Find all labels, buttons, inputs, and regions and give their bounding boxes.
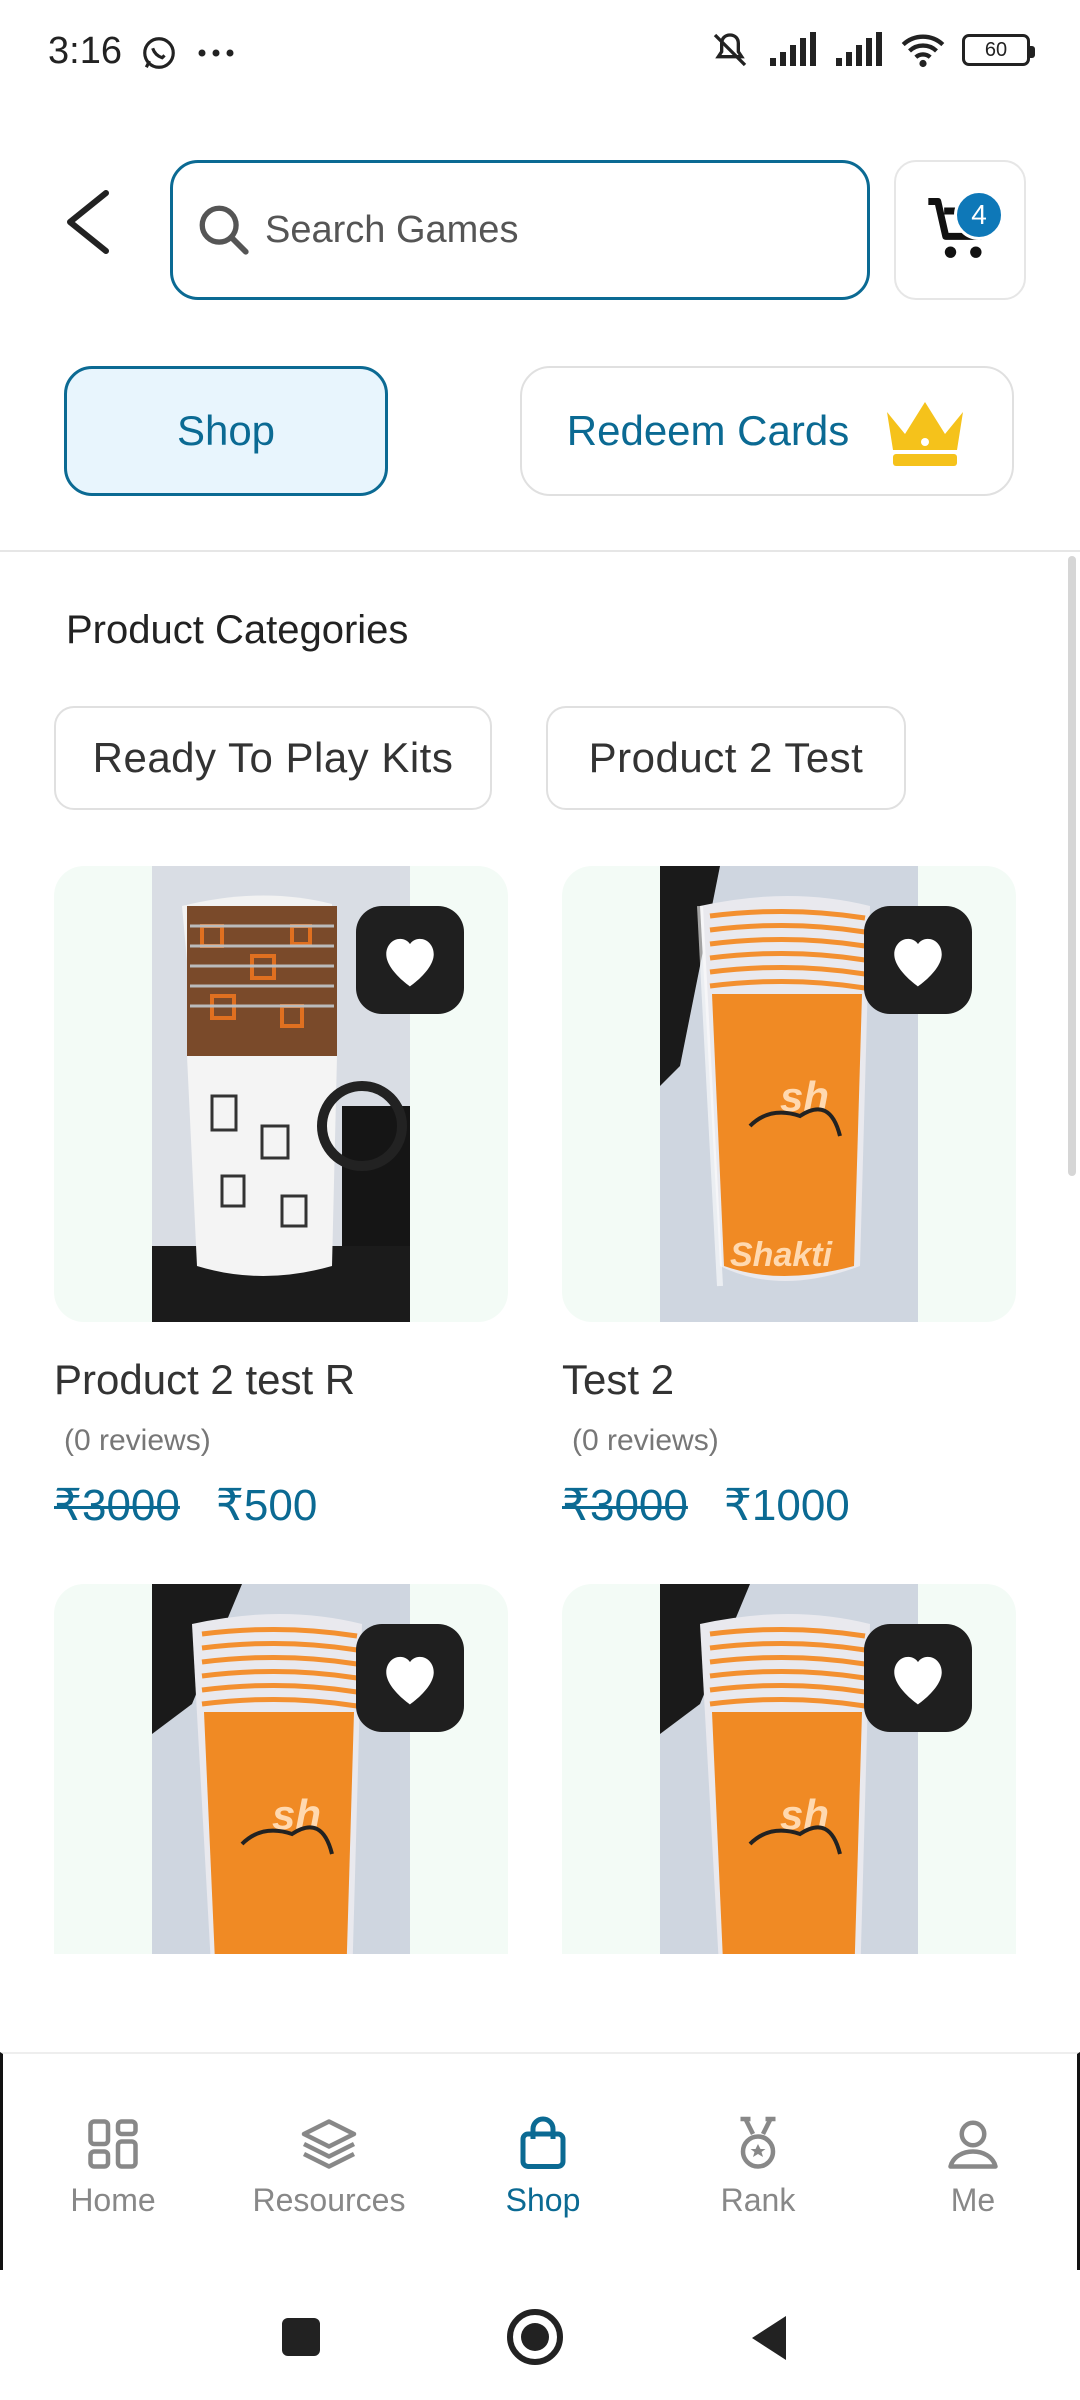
product-reviews: (0 reviews) xyxy=(64,1424,211,1457)
nav-label-shop: Shop xyxy=(505,2182,581,2218)
favorite-button[interactable] xyxy=(356,1624,464,1732)
heart-icon xyxy=(386,1656,434,1705)
layers-icon xyxy=(301,2119,357,2169)
signal-icon-2 xyxy=(836,32,882,66)
product-price: ₹500 xyxy=(215,1481,318,1530)
heart-icon xyxy=(386,938,434,987)
search-input[interactable]: Search Games xyxy=(170,160,870,300)
product-image-container: sh xyxy=(562,1584,1016,1954)
product-name: Product 2 test R xyxy=(54,1356,356,1403)
status-left-icons xyxy=(140,34,236,72)
tab-redeem-cards[interactable]: Redeem Cards xyxy=(520,366,1014,496)
tab-shop[interactable]: Shop xyxy=(64,366,388,496)
product-old-price: ₹3000 xyxy=(562,1481,688,1530)
recents-button-icon[interactable] xyxy=(280,2316,322,2358)
header-divider xyxy=(0,550,1080,552)
signal-icon xyxy=(770,32,816,66)
product-price: ₹1000 xyxy=(723,1481,850,1530)
nav-item-shop[interactable]: Shop xyxy=(443,2114,643,2219)
section-title-categories: Product Categories xyxy=(66,608,409,652)
cart-count-badge: 4 xyxy=(954,190,1004,240)
product-card[interactable]: sh Shakti Test 2 (0 reviews) ₹3000 ₹1000 xyxy=(562,866,1016,1531)
product-card[interactable]: sh xyxy=(562,1584,1016,1954)
nav-label-resources: Resources xyxy=(252,2182,406,2218)
status-bar: 3:16 60 xyxy=(0,0,1080,110)
product-image-container xyxy=(54,866,508,1322)
category-chip-ready-to-play-kits[interactable]: Ready To Play Kits xyxy=(54,706,492,810)
nav-label-home: Home xyxy=(70,2182,156,2218)
more-dots-icon xyxy=(198,49,234,57)
favorite-button[interactable] xyxy=(356,906,464,1014)
favorite-button[interactable] xyxy=(864,906,972,1014)
svg-text:Shakti: Shakti xyxy=(730,1236,834,1274)
back-triangle-icon[interactable] xyxy=(748,2314,788,2362)
heart-icon xyxy=(894,938,942,987)
search-placeholder: Search Games xyxy=(265,208,519,251)
tab-redeem-label: Redeem Cards xyxy=(566,407,850,454)
product-name: Test 2 xyxy=(562,1356,675,1403)
search-icon xyxy=(199,205,249,255)
grid-icon xyxy=(88,2119,138,2169)
favorite-button[interactable] xyxy=(864,1624,972,1732)
product-card[interactable]: Product 2 test R (0 reviews) ₹3000 ₹500 xyxy=(54,866,508,1531)
cart-button[interactable]: 4 xyxy=(894,160,1026,300)
battery-indicator: 60 xyxy=(962,34,1035,66)
nav-item-resources[interactable]: Resources xyxy=(229,2114,429,2219)
whatsapp-icon xyxy=(143,37,175,69)
category-chip-product-2-test[interactable]: Product 2 Test xyxy=(546,706,906,810)
product-image-container: sh Shakti xyxy=(562,866,1016,1322)
scrollbar[interactable] xyxy=(1068,556,1076,1176)
nav-label-rank: Rank xyxy=(720,2182,796,2218)
chevron-left-icon xyxy=(67,190,109,254)
nav-item-home[interactable]: Home xyxy=(13,2114,213,2219)
product-image-container: sh xyxy=(54,1584,508,1954)
wifi-icon xyxy=(901,34,945,68)
bottom-nav: Home Resources Shop Rank Me xyxy=(0,2052,1080,2270)
nav-item-rank[interactable]: Rank xyxy=(658,2114,858,2219)
home-button-icon[interactable] xyxy=(506,2308,564,2366)
user-icon xyxy=(948,2120,998,2169)
back-button[interactable] xyxy=(52,182,122,262)
status-time: 3:16 xyxy=(48,30,122,72)
product-prices: ₹3000 ₹500 xyxy=(54,1480,508,1531)
product-card[interactable]: sh xyxy=(54,1584,508,1954)
nav-item-me[interactable]: Me xyxy=(873,2114,1073,2219)
shopping-bag-icon xyxy=(520,2116,566,2169)
status-right-icons: 60 xyxy=(708,30,1035,70)
crown-icon xyxy=(887,402,964,466)
system-nav-bar xyxy=(0,2270,1080,2400)
product-old-price: ₹3000 xyxy=(54,1481,180,1530)
product-prices: ₹3000 ₹1000 xyxy=(562,1480,1016,1531)
medal-icon xyxy=(740,2116,776,2169)
product-reviews: (0 reviews) xyxy=(572,1424,719,1457)
mute-icon xyxy=(713,33,747,67)
nav-label-me: Me xyxy=(950,2182,996,2218)
battery-level: 60 xyxy=(984,38,1008,61)
heart-icon xyxy=(894,1656,942,1705)
